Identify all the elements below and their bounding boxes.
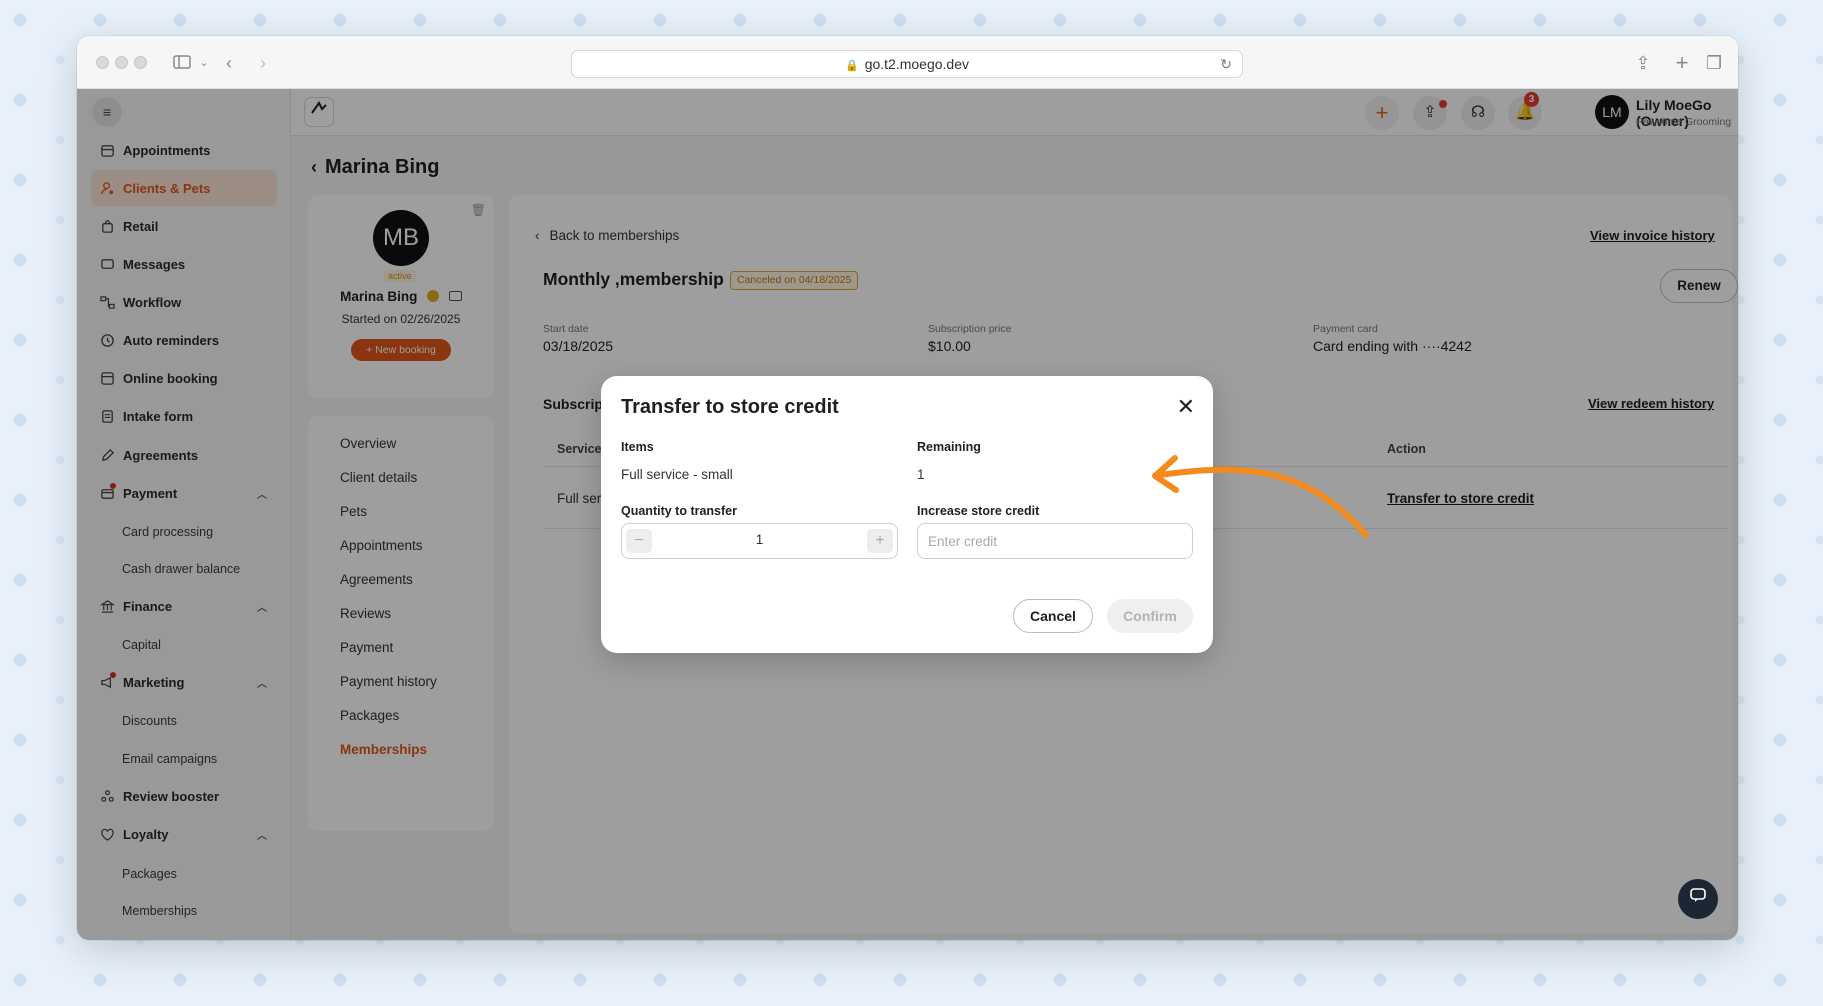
annotation-arrow: [1152, 455, 1369, 538]
